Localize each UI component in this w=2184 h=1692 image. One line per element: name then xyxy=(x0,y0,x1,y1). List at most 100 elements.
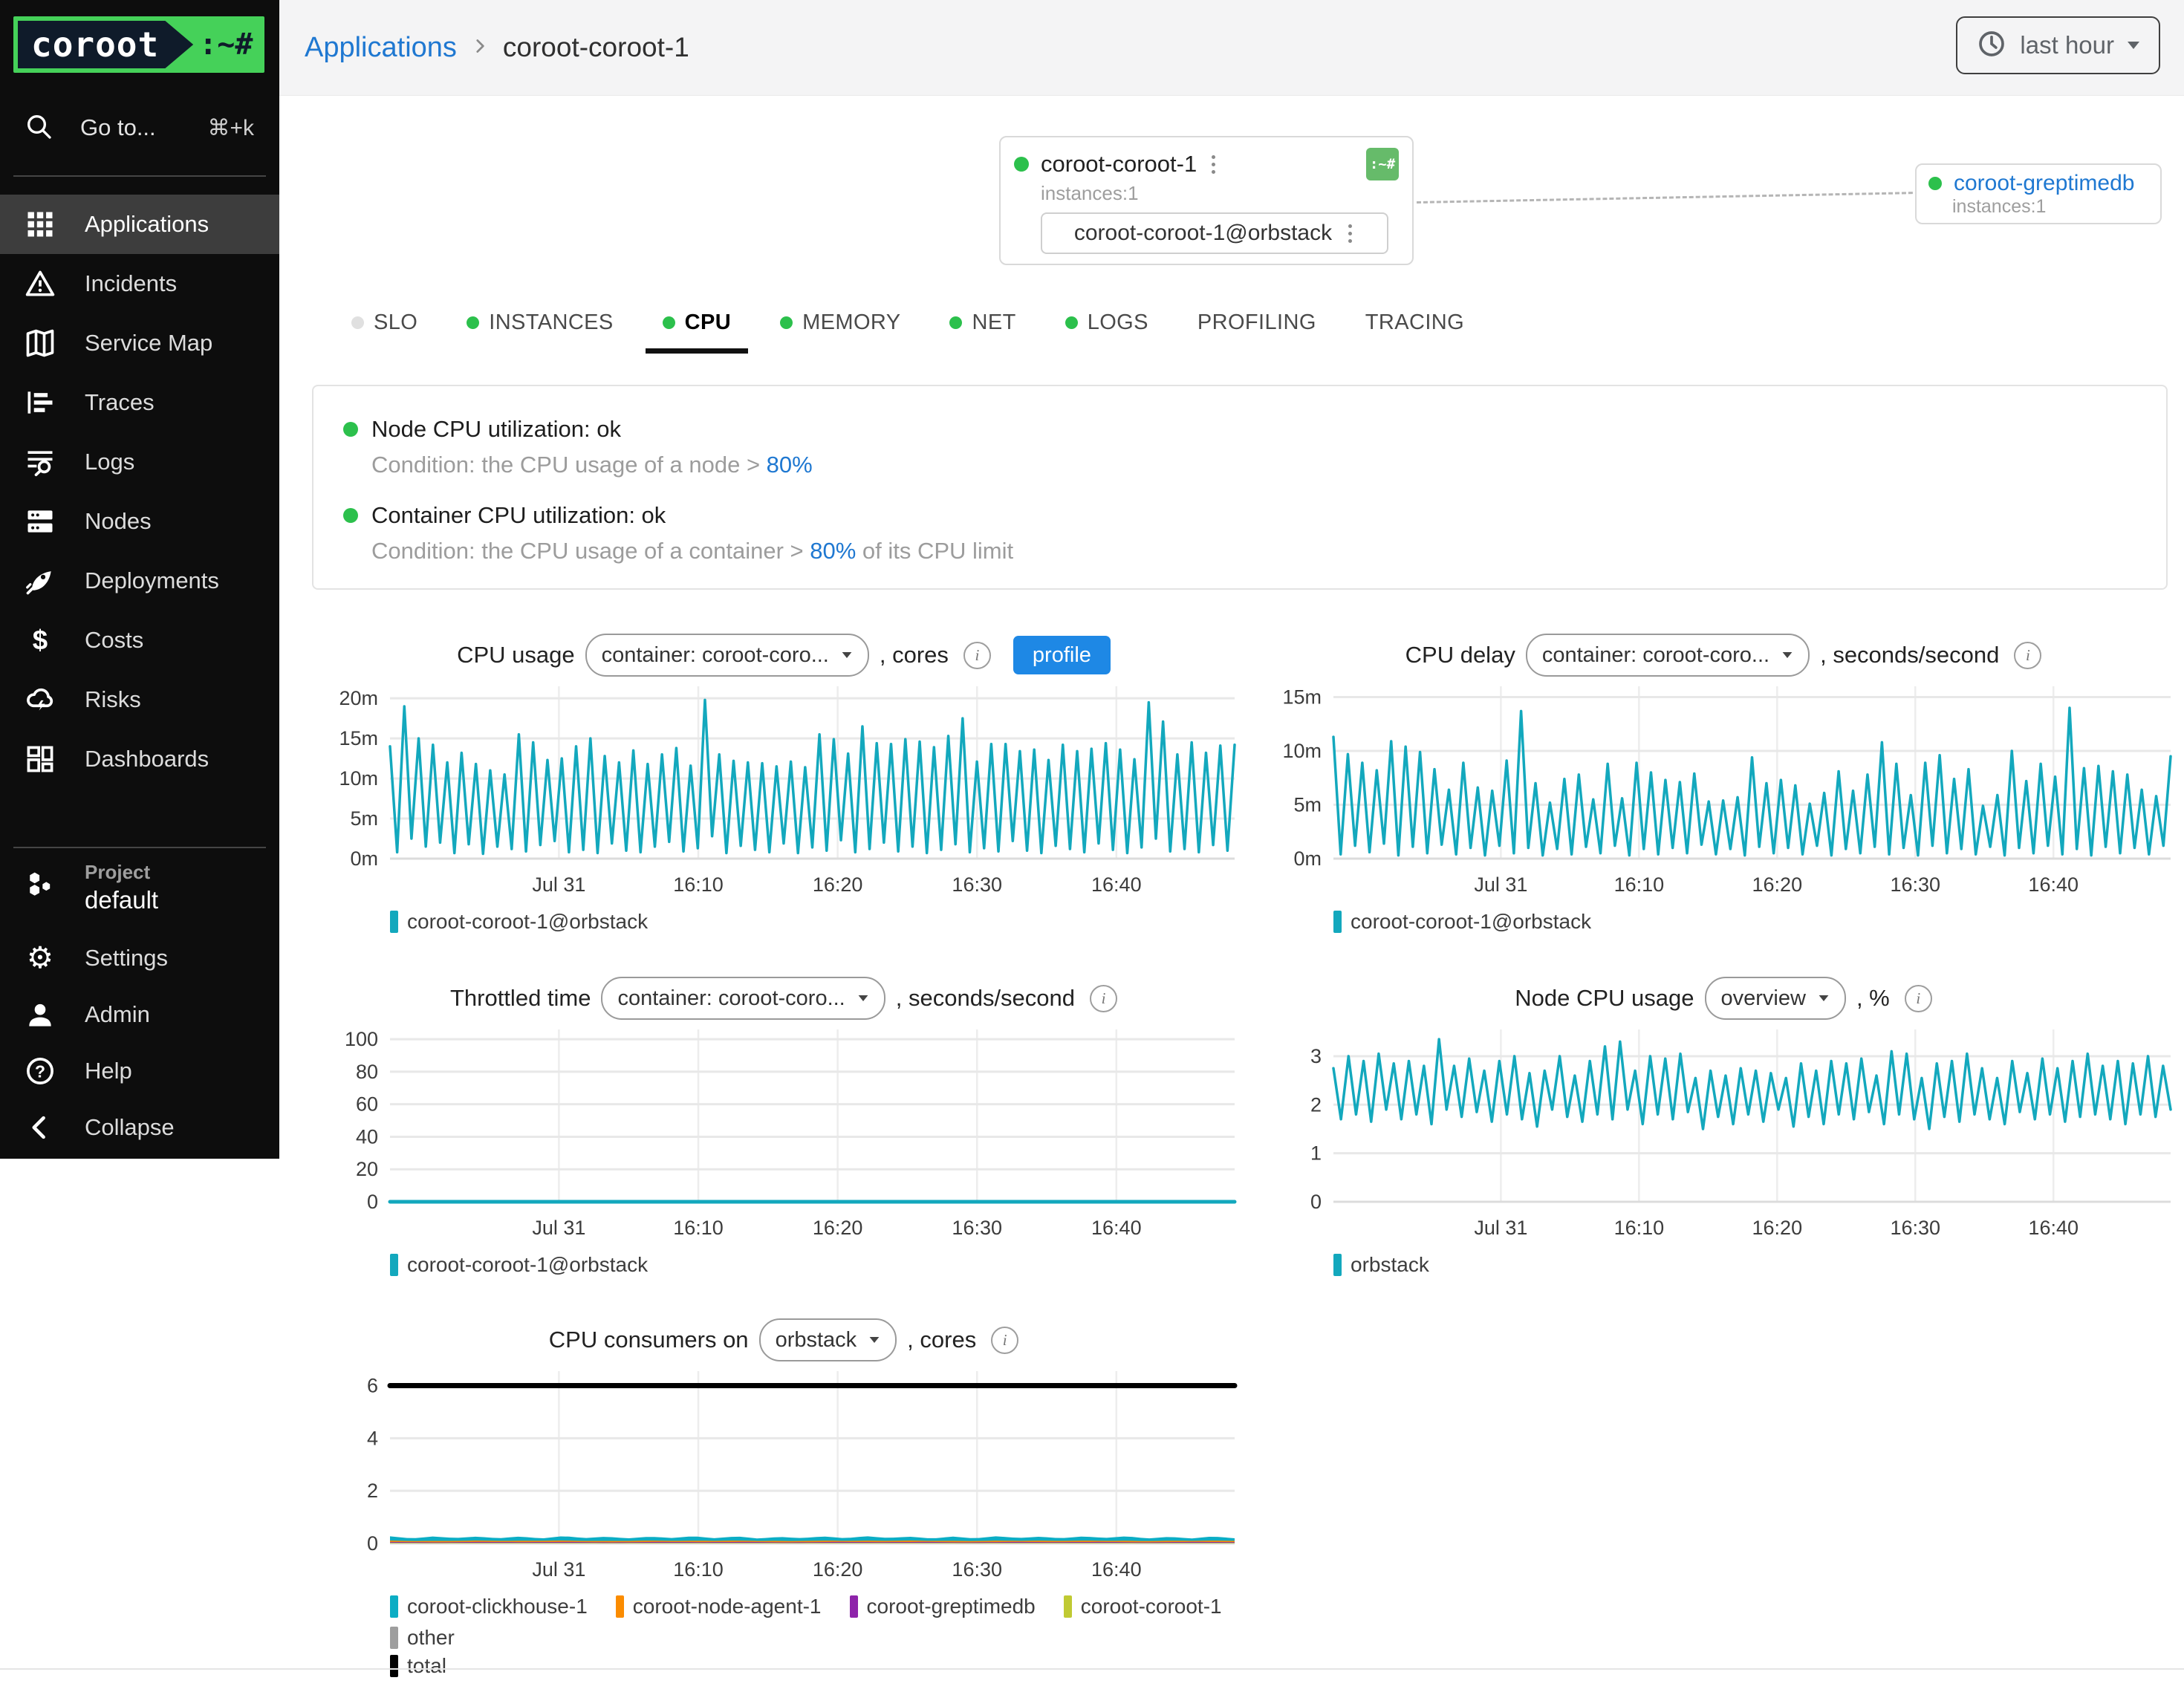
sidebar-item-deployments[interactable]: Deployments xyxy=(0,551,279,611)
chart-selector-dropdown[interactable]: overview xyxy=(1705,977,1846,1020)
peer-card-title-link[interactable]: coroot-greptimedb xyxy=(1954,171,2134,196)
sidebar-item-applications[interactable]: Applications xyxy=(0,195,279,254)
legend-swatch xyxy=(1333,911,1342,933)
svg-text:2: 2 xyxy=(1310,1093,1322,1116)
info-icon[interactable]: i xyxy=(1090,985,1117,1012)
sidebar-item-settings[interactable]: ⚙Settings xyxy=(0,930,279,986)
sidebar-item-traces[interactable]: Traces xyxy=(0,373,279,432)
tab-cpu[interactable]: CPU xyxy=(638,302,755,343)
legend-item-coroot-node-agent-1[interactable]: coroot-node-agent-1 xyxy=(616,1595,822,1618)
chart-cpu-delay: CPU delaycontainer: coroot-coro..., seco… xyxy=(1263,631,2184,934)
legend-item-other[interactable]: other xyxy=(390,1626,455,1650)
chart-selector-dropdown[interactable]: orbstack xyxy=(759,1318,897,1361)
sidebar-item-admin[interactable]: Admin xyxy=(0,986,279,1043)
sidebar-item-nodes[interactable]: Nodes xyxy=(0,492,279,551)
check-title: Container CPU utilization: ok xyxy=(371,502,666,529)
chart-title: CPU consumers on xyxy=(549,1327,749,1353)
info-icon[interactable]: i xyxy=(991,1327,1018,1354)
svg-text:80: 80 xyxy=(356,1061,378,1083)
app-card-coroot-coroot-1: coroot-coroot-1 :~# instances:1 coroot-c… xyxy=(999,136,1414,265)
chart-title: CPU delay xyxy=(1405,642,1515,668)
tab-label: SLO xyxy=(374,310,417,335)
tab-memory[interactable]: MEMORY xyxy=(755,302,925,343)
svg-text:5m: 5m xyxy=(350,807,378,830)
svg-text:Jul 31: Jul 31 xyxy=(532,1558,585,1581)
legend-item-coroot-coroot-1-orbstack[interactable]: coroot-coroot-1@orbstack xyxy=(1333,910,1591,934)
chart-title: Throttled time xyxy=(450,985,591,1012)
storm-cloud-icon xyxy=(24,683,56,716)
goto-label: Go to... xyxy=(80,114,156,141)
chart-selector-dropdown[interactable]: container: coroot-coro... xyxy=(601,977,885,1020)
legend-swatch xyxy=(616,1595,624,1618)
legend-item-total[interactable]: total xyxy=(390,1654,446,1678)
checks-panel: Node CPU utilization: okCondition: the C… xyxy=(312,385,2168,590)
threshold-link[interactable]: 80% xyxy=(810,538,856,564)
check-status-dot xyxy=(343,508,358,523)
tab-label: NET xyxy=(972,310,1015,335)
svg-text:Jul 31: Jul 31 xyxy=(1474,873,1527,896)
instance-menu-icon[interactable] xyxy=(1345,221,1355,246)
svg-text:15m: 15m xyxy=(339,727,378,749)
app-card-menu-icon[interactable] xyxy=(1209,152,1218,177)
coroot-logo[interactable]: coroot :~# xyxy=(13,16,264,73)
profile-button[interactable]: profile xyxy=(1013,636,1111,674)
info-icon[interactable]: i xyxy=(1905,985,1932,1012)
chart-canvas-cpu-usage: 0m5m10m15m20mJul 3116:1016:2016:3016:40 xyxy=(319,679,1248,902)
legend-item-coroot-greptimedb[interactable]: coroot-greptimedb xyxy=(850,1595,1036,1618)
tab-profiling[interactable]: PROFILING xyxy=(1173,302,1341,343)
user-icon xyxy=(24,998,56,1031)
project-switcher[interactable]: Project default xyxy=(0,860,279,915)
sidebar-item-incidents[interactable]: Incidents xyxy=(0,254,279,313)
sidebar-item-logs[interactable]: Logs xyxy=(0,432,279,492)
tab-status-dot xyxy=(780,316,793,329)
breadcrumb-current: coroot-coroot-1 xyxy=(503,32,689,63)
top-bar: Applications coroot-coroot-1 last hour xyxy=(279,0,2184,96)
legend-item-coroot-coroot-1[interactable]: coroot-coroot-1 xyxy=(1064,1595,1222,1618)
chart-legend: coroot-coroot-1@orbstack xyxy=(390,1253,1248,1277)
svg-text:Jul 31: Jul 31 xyxy=(532,1217,585,1239)
tab-tracing[interactable]: TRACING xyxy=(1341,302,1489,343)
breadcrumb-separator-icon xyxy=(470,36,490,59)
sidebar-item-costs[interactable]: $Costs xyxy=(0,611,279,670)
goto-search-button[interactable]: Go to... ⌘+k xyxy=(0,101,279,154)
sidebar-item-label: Dashboards xyxy=(85,746,209,772)
check-title: Node CPU utilization: ok xyxy=(371,416,621,443)
chart-selector-dropdown[interactable]: container: coroot-coro... xyxy=(1526,634,1810,677)
chevron-down-icon xyxy=(870,1337,880,1343)
svg-text:16:20: 16:20 xyxy=(1752,873,1803,896)
tab-status-dot xyxy=(663,316,675,329)
chart-selector-dropdown[interactable]: container: coroot-coro... xyxy=(585,634,869,677)
traces-list-icon xyxy=(24,386,56,419)
sidebar-item-dashboards[interactable]: Dashboards xyxy=(0,729,279,789)
svg-text:16:10: 16:10 xyxy=(673,1217,724,1239)
sidebar-item-risks[interactable]: Risks xyxy=(0,670,279,729)
search-icon xyxy=(24,111,53,145)
rocket-icon xyxy=(24,564,56,597)
legend-item-orbstack[interactable]: orbstack xyxy=(1333,1253,1429,1277)
instance-item[interactable]: coroot-coroot-1@orbstack xyxy=(1041,212,1388,254)
sidebar-item-collapse[interactable]: Collapse xyxy=(0,1099,279,1156)
sidebar-item-help[interactable]: ?Help xyxy=(0,1043,279,1099)
info-icon[interactable]: i xyxy=(963,642,991,669)
apps-grid-icon xyxy=(24,208,56,241)
peer-card-coroot-greptimedb: coroot-greptimedb instances:1 xyxy=(1915,163,2162,224)
time-range-label: last hour xyxy=(2020,31,2114,59)
tab-label: TRACING xyxy=(1365,310,1464,335)
tab-slo[interactable]: SLO xyxy=(327,302,442,343)
svg-text:16:10: 16:10 xyxy=(673,873,724,896)
legend-item-coroot-coroot-1-orbstack[interactable]: coroot-coroot-1@orbstack xyxy=(390,910,648,934)
chart-unit-label: , cores xyxy=(907,1327,976,1353)
tab-instances[interactable]: INSTANCES xyxy=(442,302,637,343)
breadcrumb-applications-link[interactable]: Applications xyxy=(305,32,457,64)
info-icon[interactable]: i xyxy=(2014,642,2041,669)
app-card-instances-label: instances:1 xyxy=(1041,182,1399,205)
legend-item-coroot-clickhouse-1[interactable]: coroot-clickhouse-1 xyxy=(390,1595,588,1618)
tab-logs[interactable]: LOGS xyxy=(1041,302,1173,343)
tab-net[interactable]: NET xyxy=(925,302,1040,343)
time-range-picker[interactable]: last hour xyxy=(1956,16,2160,74)
legend-item-coroot-coroot-1-orbstack[interactable]: coroot-coroot-1@orbstack xyxy=(390,1253,648,1277)
legend-label: coroot-clickhouse-1 xyxy=(407,1595,588,1618)
threshold-link[interactable]: 80% xyxy=(767,452,813,478)
legend-swatch xyxy=(850,1595,858,1618)
sidebar-item-service-map[interactable]: Service Map xyxy=(0,313,279,373)
